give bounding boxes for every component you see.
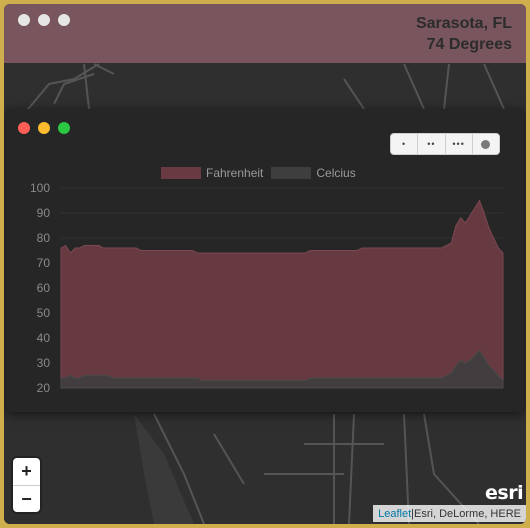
location-info: Sarasota, FL 74 Degrees: [416, 13, 512, 55]
zoom-control: + −: [13, 458, 40, 512]
y-tick-label: 40: [37, 331, 51, 345]
esri-logo: esri: [485, 482, 524, 504]
leaflet-link[interactable]: Leaflet: [378, 508, 411, 520]
temperature-chart: 100 90 80 70 60 50 40 30 20: [30, 181, 504, 395]
window-controls: [18, 14, 70, 26]
maximize-dot[interactable]: [58, 14, 70, 26]
close-dot[interactable]: [18, 14, 30, 26]
y-tick-label: 90: [37, 206, 51, 220]
location-name: Sarasota, FL: [415, 15, 512, 32]
y-tick-label: 50: [37, 306, 51, 320]
minimize-dot[interactable]: [38, 14, 50, 26]
temperature-reading: 74 Degrees: [426, 36, 512, 53]
location-header: Sarasota, FL 74 Degrees: [4, 4, 526, 63]
zoom-out-button[interactable]: −: [13, 486, 40, 513]
y-tick-label: 80: [37, 231, 51, 245]
y-tick-label: 60: [37, 281, 51, 295]
attribution-text: Esri, DeLorme, HERE: [414, 507, 521, 520]
y-tick-label: 70: [37, 256, 51, 270]
app-window: Sarasota, FL 74 Degrees • •• ••• Fahrenh…: [4, 4, 526, 524]
y-tick-label: 20: [37, 381, 51, 395]
map-attribution: Leaflet | Esri, DeLorme, HERE: [373, 505, 526, 522]
chart-window: • •• ••• Fahrenheit Celcius 100 90 80 70 60 5…: [6, 109, 524, 412]
zoom-in-button[interactable]: +: [13, 458, 40, 486]
y-tick-label: 100: [30, 181, 50, 195]
series-area-fahrenheit[interactable]: [60, 199, 504, 389]
y-tick-label: 30: [37, 356, 51, 370]
